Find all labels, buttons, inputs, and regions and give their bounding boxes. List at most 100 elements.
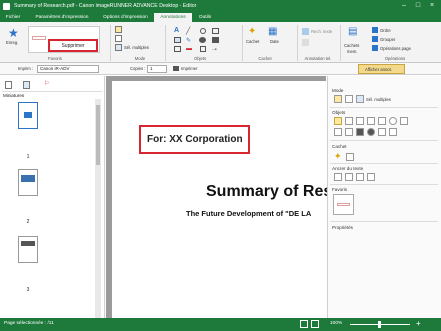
anchor-option-icon[interactable] (367, 173, 375, 181)
callout-tool-icon[interactable] (334, 128, 342, 136)
multi-select-mode-icon[interactable] (356, 95, 364, 103)
multi-select-icon[interactable] (115, 44, 122, 51)
enreg-label[interactable]: Enreg. (6, 40, 18, 45)
rech-texte-button[interactable]: Rech. texte (311, 29, 332, 34)
divider (330, 184, 438, 185)
cachet-button[interactable]: Cachet (246, 39, 259, 44)
single-page-view-icon[interactable] (300, 320, 308, 328)
pen-tool-icon[interactable] (345, 128, 353, 136)
filled-ellipse-icon[interactable] (199, 37, 206, 43)
text-box-icon[interactable]: A (174, 27, 179, 34)
favorite-stamp[interactable] (333, 194, 354, 215)
page-icon[interactable] (5, 81, 12, 89)
highlight-tool-icon[interactable] (378, 128, 386, 136)
polygon-tool-icon[interactable] (400, 117, 408, 125)
thumbnail-page-2[interactable] (18, 169, 38, 196)
maximize-button[interactable]: □ (412, 1, 424, 11)
filled-rectangle-icon[interactable] (212, 37, 219, 43)
tab-fichier[interactable]: Fichier (2, 13, 24, 22)
hand-tool-icon[interactable] (115, 35, 122, 42)
ellipse-icon[interactable] (200, 28, 206, 34)
pen-icon[interactable]: ✎ (186, 37, 191, 44)
operations-page-button[interactable]: Opérations page (380, 46, 411, 51)
line-icon[interactable]: ╱ (186, 27, 190, 35)
search-text-icon[interactable] (302, 28, 309, 35)
text-annotation[interactable]: For: XX Corporation (139, 125, 250, 154)
text-tool-icon[interactable] (334, 117, 342, 125)
zoom-in-icon[interactable]: + (416, 319, 421, 328)
properties-pane: Mode Sél. multiples Objets Cachet ✦ Ancr… (327, 76, 441, 318)
rectangle-icon[interactable] (212, 28, 219, 34)
thumbnail-number: 2 (26, 219, 30, 225)
bookmark-icon[interactable] (23, 81, 30, 89)
imprimer-button[interactable]: Imprimer (181, 66, 198, 71)
copies-input[interactable]: 1 (147, 65, 167, 73)
printer-select[interactable]: Canon iR-ADV (37, 65, 99, 73)
thumbnail-figure (24, 112, 32, 118)
date-stamp-icon[interactable]: ▦ (268, 26, 277, 37)
ordre-button[interactable]: Ordre (380, 28, 391, 33)
rectangle-tool-icon[interactable] (378, 117, 386, 125)
text-frame-icon[interactable] (174, 37, 181, 43)
line-tool-icon[interactable] (356, 117, 364, 125)
cachets-button[interactable]: Cachets (344, 43, 359, 48)
anchor-right-icon[interactable] (356, 173, 364, 181)
callout-icon[interactable] (174, 46, 181, 52)
annotation-list-icon[interactable]: ⚐ (44, 80, 49, 87)
afficher-annot-button[interactable]: Afficher annot. (358, 64, 405, 74)
filled-rect-tool-icon[interactable] (356, 128, 364, 136)
group-icon[interactable] (372, 36, 378, 42)
divider (330, 140, 438, 141)
thumbnail-figure (21, 241, 35, 246)
close-button[interactable]: × (426, 1, 438, 11)
minimize-button[interactable]: – (398, 1, 410, 11)
textbox-tool-icon[interactable] (345, 117, 353, 125)
favorite-item[interactable] (32, 36, 46, 40)
stamp-icon[interactable]: ✦ (248, 26, 256, 37)
page-operations-icon[interactable] (372, 45, 378, 51)
scrollbar-thumb[interactable] (96, 105, 100, 165)
arrow-icon[interactable]: ➝ (212, 46, 217, 53)
arrow-tool-icon[interactable] (367, 117, 375, 125)
ellipse-tool-icon[interactable] (389, 117, 397, 125)
date-button[interactable]: Date (270, 39, 279, 44)
mode-section-title: Mode (332, 88, 344, 93)
strikeout-tool-icon[interactable] (389, 128, 397, 136)
anchor-left-icon[interactable] (334, 173, 342, 181)
ribbon-separator (165, 25, 166, 61)
tab-parametres-impression[interactable]: Paramètres d'impression (27, 13, 97, 22)
thumbnail-scrollbar[interactable] (95, 99, 101, 318)
annotation-option-icon[interactable] (302, 39, 309, 46)
tab-options-impression[interactable]: Options d'impression (99, 13, 152, 22)
supprimer-button[interactable]: Supprimer (48, 39, 98, 52)
tab-outils[interactable]: Outils (194, 13, 216, 22)
date-stamp-tool-icon[interactable] (346, 153, 354, 161)
select-tool-icon[interactable] (115, 26, 122, 33)
sel-multiples-label[interactable]: Sél. multiples (366, 97, 391, 102)
filled-ellipse-tool-icon[interactable] (367, 128, 375, 136)
cachets-mem-label[interactable]: mem. (347, 49, 357, 54)
two-page-view-icon[interactable] (311, 320, 319, 328)
objets-section-title: Objets (332, 110, 346, 115)
polygon-icon[interactable] (200, 46, 206, 52)
ribbon-separator (242, 25, 243, 61)
thumbnail-page-1[interactable] (18, 102, 38, 129)
copies-label: Copies : (130, 66, 146, 71)
thumbnail-page-3[interactable] (18, 236, 38, 263)
anchor-center-icon[interactable] (345, 173, 353, 181)
tab-annotations[interactable]: Annotations (154, 13, 192, 22)
hand-mode-icon[interactable] (345, 95, 353, 103)
printer-icon (173, 66, 179, 71)
order-icon[interactable] (372, 27, 378, 33)
imprim-label: Imprim : (18, 66, 34, 71)
zoom-slider-thumb[interactable] (378, 321, 381, 328)
document-page: For: XX Corporation Summary of Res The F… (112, 81, 332, 318)
select-mode-icon[interactable] (334, 95, 342, 103)
document-heading: Summary of Res (206, 183, 333, 200)
zoom-slider[interactable] (350, 321, 410, 328)
highlight-icon[interactable]: ▬ (186, 46, 192, 52)
grouper-button[interactable]: Grouper (380, 37, 395, 42)
memory-stamps-icon[interactable]: ▤ (348, 26, 357, 37)
stamp-tool-icon[interactable]: ✦ (334, 151, 342, 162)
sel-multiples-label[interactable]: Sél. multiples (124, 45, 149, 50)
